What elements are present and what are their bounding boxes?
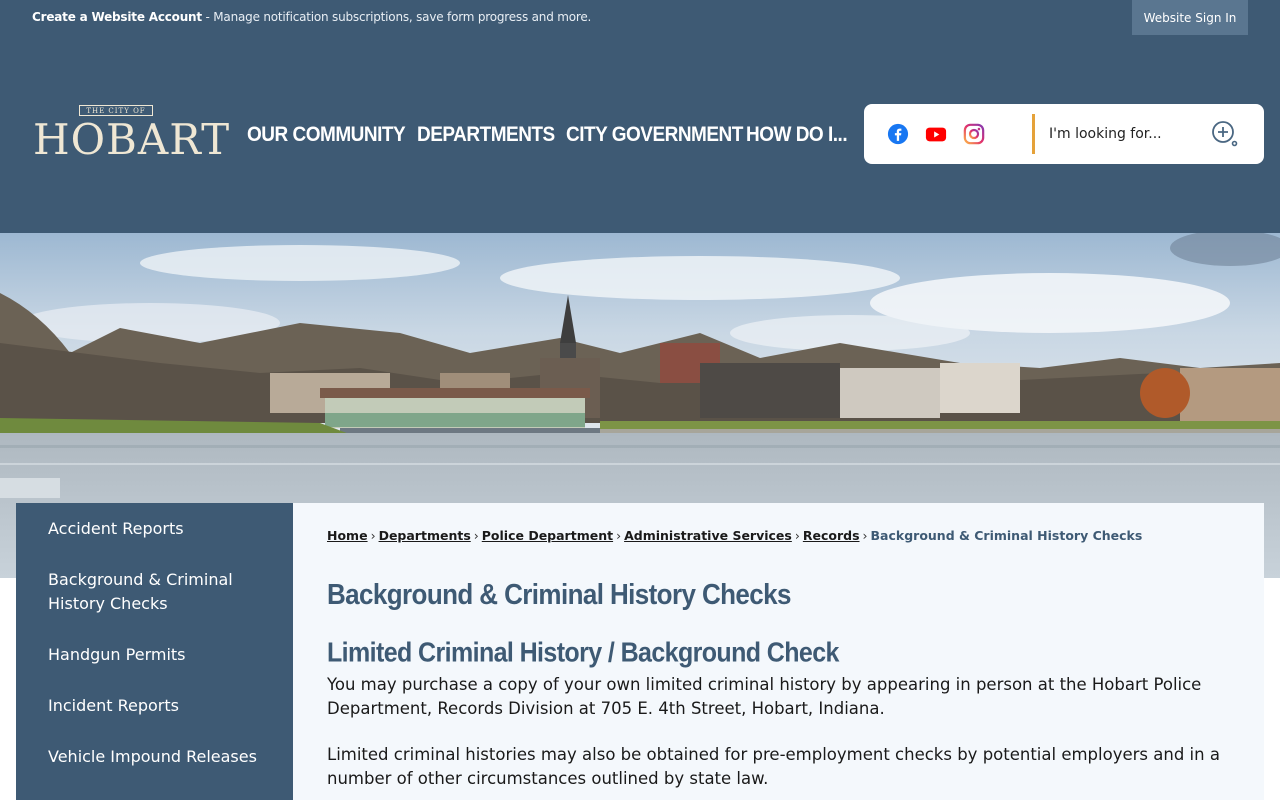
main-content: Home › Departments › Police Department › Admin…	[293, 503, 1264, 800]
logo-title: HOBART	[33, 115, 231, 164]
breadcrumb-home[interactable]: Home	[327, 528, 368, 543]
nav-how-do-i[interactable]: HOW DO I...	[746, 123, 848, 148]
sidebar-item-vehicle-impound[interactable]: Vehicle Impound Releases	[48, 745, 268, 769]
instagram-icon[interactable]	[963, 123, 985, 145]
nav-city-government[interactable]: CITY GOVERNMENT	[566, 123, 743, 148]
search-panel	[864, 104, 1264, 164]
breadcrumb-current: Background & Criminal History Checks	[870, 528, 1143, 543]
nav-our-community[interactable]: OUR COMMUNITY	[247, 123, 406, 148]
paragraph-purchase: You may purchase a copy of your own limi…	[327, 675, 1202, 718]
site-header: THE CITY OF HOBART OUR COMMUNITY DEPARTM…	[0, 35, 1280, 233]
breadcrumb-departments[interactable]: Departments	[379, 528, 471, 543]
website-sign-in-button[interactable]: Website Sign In	[1132, 0, 1248, 35]
breadcrumb-separator: ›	[616, 528, 622, 543]
create-account-description: - Manage notification subscriptions, sav…	[201, 10, 592, 24]
breadcrumb-separator: ›	[794, 528, 800, 543]
sidebar-item-incident-reports[interactable]: Incident Reports	[48, 694, 268, 718]
sidebar-navigation: Accident Reports Background & Criminal H…	[16, 503, 293, 800]
nav-departments[interactable]: DEPARTMENTS	[417, 123, 555, 148]
sidebar-item-accident-reports[interactable]: Accident Reports	[48, 517, 268, 541]
breadcrumb-separator: ›	[370, 528, 376, 543]
youtube-icon[interactable]	[925, 123, 947, 145]
create-account-banner[interactable]: Create a Website Account - Manage notifi…	[32, 10, 591, 24]
sidebar-item-handgun-permits[interactable]: Handgun Permits	[48, 643, 268, 667]
breadcrumb-police-department[interactable]: Police Department	[482, 528, 613, 543]
breadcrumb-separator: ›	[473, 528, 479, 543]
search-icon[interactable]	[1210, 119, 1240, 149]
create-account-link[interactable]: Create a Website Account	[32, 10, 202, 24]
facebook-icon[interactable]	[887, 123, 909, 145]
breadcrumb: Home › Departments › Police Department › Admin…	[327, 528, 1142, 543]
page-title: Background & Criminal History Checks	[327, 577, 791, 611]
breadcrumb-records[interactable]: Records	[803, 528, 860, 543]
section-heading: Limited Criminal History / Background Ch…	[327, 637, 839, 669]
search-input[interactable]	[1049, 118, 1199, 150]
search-divider	[1032, 114, 1035, 154]
city-logo[interactable]: THE CITY OF HOBART	[33, 105, 229, 165]
top-utility-bar: Create a Website Account - Manage notifi…	[0, 0, 1280, 35]
paragraph-pre-employment: Limited criminal histories may also be o…	[327, 745, 1220, 788]
breadcrumb-separator: ›	[862, 528, 868, 543]
sidebar-item-background-checks[interactable]: Background & Criminal History Checks	[48, 568, 268, 616]
breadcrumb-administrative-services[interactable]: Administrative Services	[624, 528, 792, 543]
